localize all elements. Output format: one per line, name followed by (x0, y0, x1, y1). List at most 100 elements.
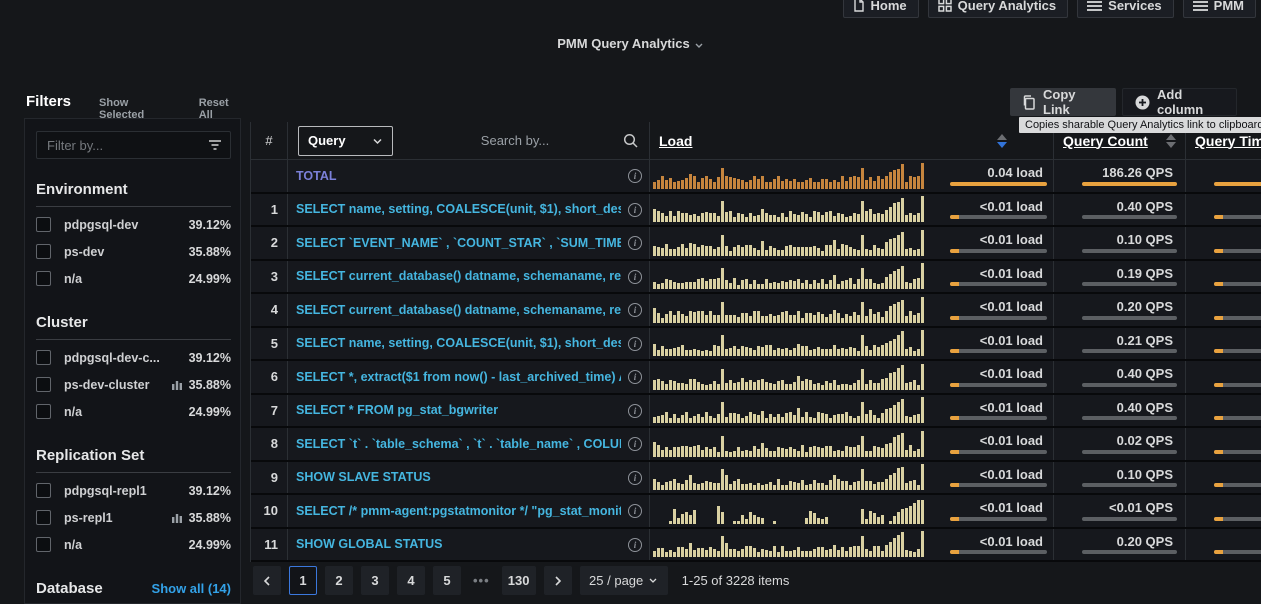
checkbox[interactable] (36, 350, 51, 365)
page-button-2[interactable]: 2 (325, 566, 353, 595)
sort-icon[interactable] (1166, 134, 1176, 148)
info-icon[interactable]: i (628, 504, 642, 518)
checkbox[interactable] (36, 483, 51, 498)
filter-item-label[interactable]: n/a (64, 538, 189, 552)
filter-funnel-icon[interactable] (208, 139, 222, 151)
table-row-total: TOTALi0.04 load186.26 QPS (251, 160, 1261, 194)
filter-input[interactable] (37, 132, 230, 158)
load-sparkline (653, 295, 931, 323)
query-cell: SELECT /* pmm-agent:pgstatmonitor */ "pg… (288, 495, 650, 527)
checkbox[interactable] (36, 377, 51, 392)
checkbox[interactable] (36, 271, 51, 286)
info-icon[interactable]: i (628, 437, 642, 451)
prev-page-button[interactable] (253, 566, 281, 595)
grid-icon (938, 0, 952, 12)
add-column-label: Add column (1157, 87, 1224, 117)
page-button-3[interactable]: 3 (361, 566, 389, 595)
info-icon[interactable]: i (628, 538, 642, 552)
page-button-4[interactable]: 4 (397, 566, 425, 595)
table-row: 7SELECT * FROM pg_stat_bgwriteri<0.01 lo… (251, 395, 1261, 429)
info-icon[interactable]: i (628, 337, 642, 351)
load-cell: 0.04 load (650, 160, 1054, 192)
query-count-cell: 0.02 QPS (1054, 428, 1186, 460)
bar-chart-icon[interactable] (171, 379, 183, 391)
query-link[interactable]: SELECT `EVENT_NAME` , `COUNT_STAR` , `SU… (296, 236, 621, 250)
query-link[interactable]: SHOW SLAVE STATUS (296, 470, 431, 484)
query-count-bar (1082, 550, 1177, 554)
page-button-5[interactable]: 5 (433, 566, 461, 595)
load-sparkline (653, 362, 931, 390)
query-link[interactable]: SELECT current_database() datname, schem… (296, 269, 621, 283)
filter-section-replication-set: Replication Setpdpgsql-repl139.12%ps-rep… (36, 447, 231, 558)
query-dimension-dropdown[interactable]: Query (298, 126, 393, 156)
table-row: 10SELECT /* pmm-agent:pgstatmonitor */ "… (251, 495, 1261, 529)
nav-button-services[interactable]: Services (1077, 0, 1174, 18)
query-link[interactable]: SHOW GLOBAL STATUS (296, 537, 443, 551)
query-time-sort-link[interactable]: Query Time (1195, 133, 1261, 149)
add-column-button[interactable]: Add column (1122, 88, 1237, 116)
info-icon[interactable]: i (628, 404, 642, 418)
filter-item-label[interactable]: ps-dev-cluster (64, 378, 171, 392)
checkbox[interactable] (36, 537, 51, 552)
query-time-bar (1214, 349, 1261, 353)
show-all-link[interactable]: Show all (14) (152, 581, 231, 596)
query-link[interactable]: TOTAL (296, 169, 337, 183)
table-row: 8SELECT `t` . `table_schema` , `t` . `ta… (251, 428, 1261, 462)
query-time-bar (1214, 483, 1261, 487)
info-icon[interactable]: i (628, 203, 642, 217)
load-cell: <0.01 load (650, 227, 1054, 259)
query-link[interactable]: SELECT name, setting, COALESCE(unit, $1)… (296, 336, 621, 350)
info-icon[interactable]: i (628, 370, 642, 384)
hash-column-header: # (251, 122, 288, 159)
filter-item-label[interactable]: n/a (64, 272, 189, 286)
query-count-value: 0.10 QPS (1117, 232, 1173, 247)
query-link[interactable]: SELECT current_database() datname, schem… (296, 303, 621, 317)
page-button-1[interactable]: 1 (289, 566, 317, 595)
checkbox[interactable] (36, 510, 51, 525)
query-link[interactable]: SELECT name, setting, COALESCE(unit, $1)… (296, 202, 621, 216)
load-sort-link[interactable]: Load (659, 133, 692, 149)
nav-button-query-analytics[interactable]: Query Analytics (928, 0, 1069, 18)
info-icon[interactable]: i (628, 270, 642, 284)
chevron-down-icon[interactable] (694, 41, 704, 49)
row-number: 5 (251, 328, 288, 360)
row-number: 3 (251, 261, 288, 293)
row-number: 11 (251, 529, 288, 561)
query-link[interactable]: SELECT `t` . `table_schema` , `t` . `tab… (296, 437, 621, 451)
query-link[interactable]: SELECT * FROM pg_stat_bgwriter (296, 403, 498, 417)
query-count-bar (1082, 182, 1177, 186)
info-icon[interactable]: i (628, 303, 642, 317)
search-icon[interactable] (623, 133, 639, 149)
query-link[interactable]: SELECT *, extract($1 from now() - last_a… (296, 370, 621, 384)
checkbox[interactable] (36, 217, 51, 232)
nav-button-pmm[interactable]: PMM (1183, 0, 1256, 18)
sort-icon[interactable] (997, 134, 1007, 148)
search-input[interactable] (407, 133, 623, 148)
nav-button-home[interactable]: Home (843, 0, 919, 18)
last-page-button[interactable]: 130 (502, 566, 536, 595)
info-icon[interactable]: i (628, 471, 642, 485)
bar-chart-icon[interactable] (171, 512, 183, 524)
filter-item-label[interactable]: pdpgsql-dev (64, 218, 189, 232)
filter-item-label[interactable]: ps-dev (64, 245, 189, 259)
load-cell: <0.01 load (650, 261, 1054, 293)
page-size-select[interactable]: 25 / page (580, 566, 668, 595)
load-sparkline (653, 228, 931, 256)
load-value: <0.01 load (980, 500, 1043, 515)
query-count-bar (1082, 517, 1177, 521)
filter-item-label[interactable]: ps-repl1 (64, 511, 171, 525)
checkbox[interactable] (36, 244, 51, 259)
filter-item-label[interactable]: pdpgsql-dev-c... (64, 351, 189, 365)
pagination: 12345 ••• 130 25 / page 1-25 of 3228 ite… (253, 566, 789, 595)
load-cell: <0.01 load (650, 361, 1054, 393)
checkbox[interactable] (36, 404, 51, 419)
nav-button-label: PMM (1214, 0, 1244, 13)
next-page-button[interactable] (544, 566, 572, 595)
filter-item-label[interactable]: n/a (64, 405, 189, 419)
copy-link-button[interactable]: Copy Link (1010, 88, 1116, 116)
info-icon[interactable]: i (628, 236, 642, 250)
query-count-sort-link[interactable]: Query Count (1063, 133, 1148, 149)
info-icon[interactable]: i (628, 169, 642, 183)
query-link[interactable]: SELECT /* pmm-agent:pgstatmonitor */ "pg… (296, 504, 621, 518)
filter-item-label[interactable]: pdpgsql-repl1 (64, 484, 189, 498)
